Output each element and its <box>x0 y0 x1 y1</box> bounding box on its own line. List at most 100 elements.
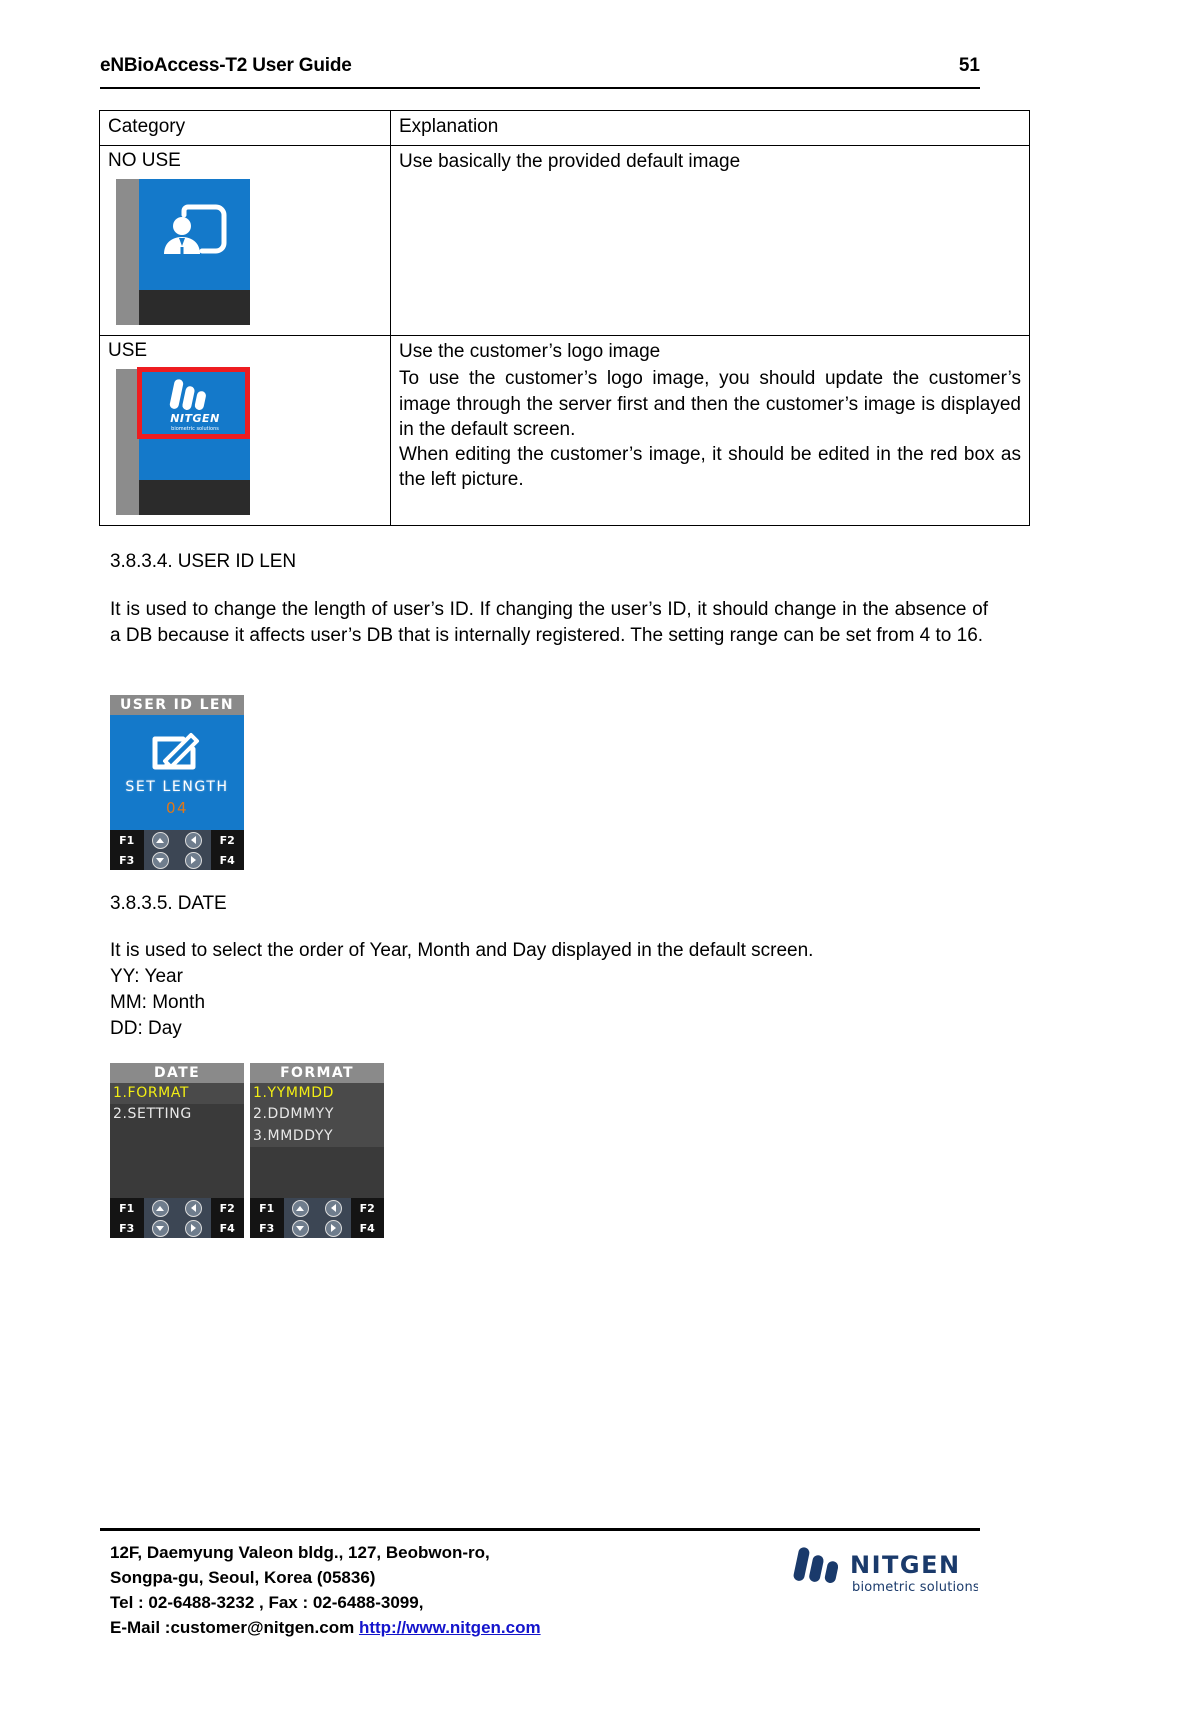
key-f4[interactable]: F4 <box>210 1218 244 1238</box>
key-up[interactable] <box>143 1198 177 1218</box>
terminal-keypad: F1 F2 F3 F4 <box>110 830 244 870</box>
key-left[interactable] <box>317 1198 351 1218</box>
menu-item-format[interactable]: 1.FORMAT <box>110 1083 244 1105</box>
table-header-explanation: Explanation <box>390 109 1030 147</box>
menu-item-setting[interactable]: 2.SETTING <box>110 1104 244 1125</box>
terminal-screen: 1.FORMAT 2.SETTING <box>110 1083 244 1198</box>
key-f3[interactable]: F3 <box>110 850 144 870</box>
key-f3[interactable]: F3 <box>250 1218 284 1238</box>
table-header-category: Category <box>99 109 391 147</box>
explanation-text-line2: To use the customer’s logo image, you sh… <box>399 368 1021 440</box>
section-heading-user-id-len: 3.8.3.4. USER ID LEN <box>110 551 296 572</box>
key-right[interactable] <box>177 850 211 870</box>
explanation-text-line3: When editing the customer’s image, it sh… <box>399 444 1021 491</box>
document-title: eNBioAccess-T2 User Guide <box>100 55 352 76</box>
keypad-row-2: F3 F4 <box>110 1218 244 1238</box>
up-arrow-icon <box>151 1199 169 1217</box>
cell-category-use: USE NITGEN biometric solutions <box>99 335 391 526</box>
key-f2[interactable]: F2 <box>210 1198 244 1218</box>
device-screen-dark <box>139 479 250 515</box>
footer-logo-text: NITGEN <box>850 1551 961 1579</box>
keypad-row-2: F3 F4 <box>110 850 244 870</box>
keypad-row-1: F1 F2 <box>250 1198 384 1218</box>
category-explanation-table: Category Explanation NO USE Use basicall… <box>99 109 1030 526</box>
terminal-keypad: F1 F2 F3 F4 <box>250 1198 384 1238</box>
terminal-label: SET LENGTH <box>125 779 229 795</box>
footer-website-link[interactable]: http://www.nitgen.com <box>359 1618 541 1637</box>
right-arrow-icon <box>325 1219 343 1237</box>
key-down[interactable] <box>143 850 177 870</box>
user-badge-icon <box>164 204 227 255</box>
menu-item-ddmmyy[interactable]: 2.DDMMYY <box>250 1104 384 1126</box>
page-number: 51 <box>958 55 980 76</box>
keypad-row-1: F1 F2 <box>110 1198 244 1218</box>
up-arrow-icon <box>291 1199 309 1217</box>
up-arrow-icon <box>151 831 169 849</box>
menu-item-yymmdd[interactable]: 1.YYMMDD <box>250 1083 384 1105</box>
footer-logo-subtext: biometric solutions <box>852 1580 978 1595</box>
cell-explanation-use: Use the customer’s logo image To use the… <box>390 335 1030 526</box>
key-down[interactable] <box>283 1218 317 1238</box>
section-heading-date: 3.8.3.5. DATE <box>110 893 227 914</box>
category-label: NO USE <box>108 150 181 172</box>
key-f4[interactable]: F4 <box>350 1218 384 1238</box>
cell-category-no-use: NO USE <box>99 145 391 337</box>
key-right[interactable] <box>177 1218 211 1238</box>
terminal-screen: 1.YYMMDD 2.DDMMYY 3.MMDDYY <box>250 1083 384 1198</box>
key-f1[interactable]: F1 <box>110 830 144 850</box>
footer-contact-line: Tel : 02-6488-3232 , Fax : 02-6488-3099, <box>110 1593 424 1613</box>
device-screen-dark <box>139 290 250 326</box>
footer-email-label: E-Mail :customer@nitgen.com <box>110 1618 355 1638</box>
table-row: NO USE Use basically the provided defaul… <box>99 145 1030 337</box>
key-left[interactable] <box>177 1198 211 1218</box>
menu-item-mmddyy[interactable]: 3.MMDDYY <box>250 1125 384 1147</box>
section-body-date-line2: YY: Year <box>110 966 183 987</box>
right-arrow-icon <box>185 1219 203 1237</box>
left-arrow-icon <box>325 1199 343 1217</box>
key-up[interactable] <box>283 1198 317 1218</box>
terminal-keypad: F1 F2 F3 F4 <box>110 1198 244 1238</box>
left-arrow-icon <box>185 1199 203 1217</box>
footer-nitgen-logo: NITGEN biometric solutions <box>793 1547 978 1595</box>
key-f1[interactable]: F1 <box>110 1198 144 1218</box>
footer-address-line1: 12F, Daemyung Valeon bldg., 127, Beobwon… <box>110 1543 490 1562</box>
key-right[interactable] <box>317 1218 351 1238</box>
terminal-format-menu: FORMAT 1.YYMMDD 2.DDMMYY 3.MMDDYY F1 F2 … <box>250 1063 384 1238</box>
left-arrow-icon <box>185 831 203 849</box>
key-f1[interactable]: F1 <box>250 1198 284 1218</box>
terminal-title: DATE <box>110 1063 244 1083</box>
terminal-user-id-len: USER ID LEN SET LENGTH 04 F1 F2 F3 F4 <box>110 695 244 870</box>
logo-edit-red-box <box>137 366 250 439</box>
keypad-row-2: F3 F4 <box>250 1218 384 1238</box>
down-arrow-icon <box>291 1219 309 1237</box>
page-header: eNBioAccess-T2 User Guide 51 <box>100 55 980 77</box>
section-body-date-line1: It is used to select the order of Year, … <box>110 940 814 961</box>
explanation-text-line1: Use the customer’s logo image <box>399 341 661 363</box>
terminal-value: 04 <box>165 799 189 817</box>
key-f2[interactable]: F2 <box>350 1198 384 1218</box>
key-f2[interactable]: F2 <box>210 830 244 850</box>
key-f3[interactable]: F3 <box>110 1218 144 1238</box>
key-up[interactable] <box>143 830 177 850</box>
down-arrow-icon <box>151 851 169 869</box>
down-arrow-icon <box>151 1219 169 1237</box>
cell-explanation-no-use: Use basically the provided default image <box>390 145 1030 337</box>
section-body-date-line4: DD: Day <box>110 1018 182 1039</box>
edit-pencil-icon <box>152 733 199 770</box>
key-left[interactable] <box>177 830 211 850</box>
table-header-row: Category Explanation <box>99 109 1030 147</box>
footer-email-line: E-Mail :customer@nitgen.com http://www.n… <box>110 1615 541 1640</box>
footer-address-line2: Songpa-gu, Seoul, Korea (05836) <box>110 1568 376 1588</box>
key-f4[interactable]: F4 <box>210 850 244 870</box>
terminal-date-menu: DATE 1.FORMAT 2.SETTING F1 F2 F3 F4 <box>110 1063 244 1238</box>
device-preview-with-logo: NITGEN biometric solutions <box>116 366 250 515</box>
key-down[interactable] <box>143 1218 177 1238</box>
footer-divider <box>100 1528 980 1531</box>
device-side-strip <box>116 368 139 515</box>
right-arrow-icon <box>185 851 203 869</box>
device-preview-no-logo <box>116 179 250 326</box>
category-label: USE <box>108 340 148 362</box>
section-body-user-id-len: It is used to change the length of user’… <box>110 599 988 646</box>
section-body-date-line3: MM: Month <box>110 992 206 1013</box>
terminal-title: USER ID LEN <box>110 695 244 715</box>
